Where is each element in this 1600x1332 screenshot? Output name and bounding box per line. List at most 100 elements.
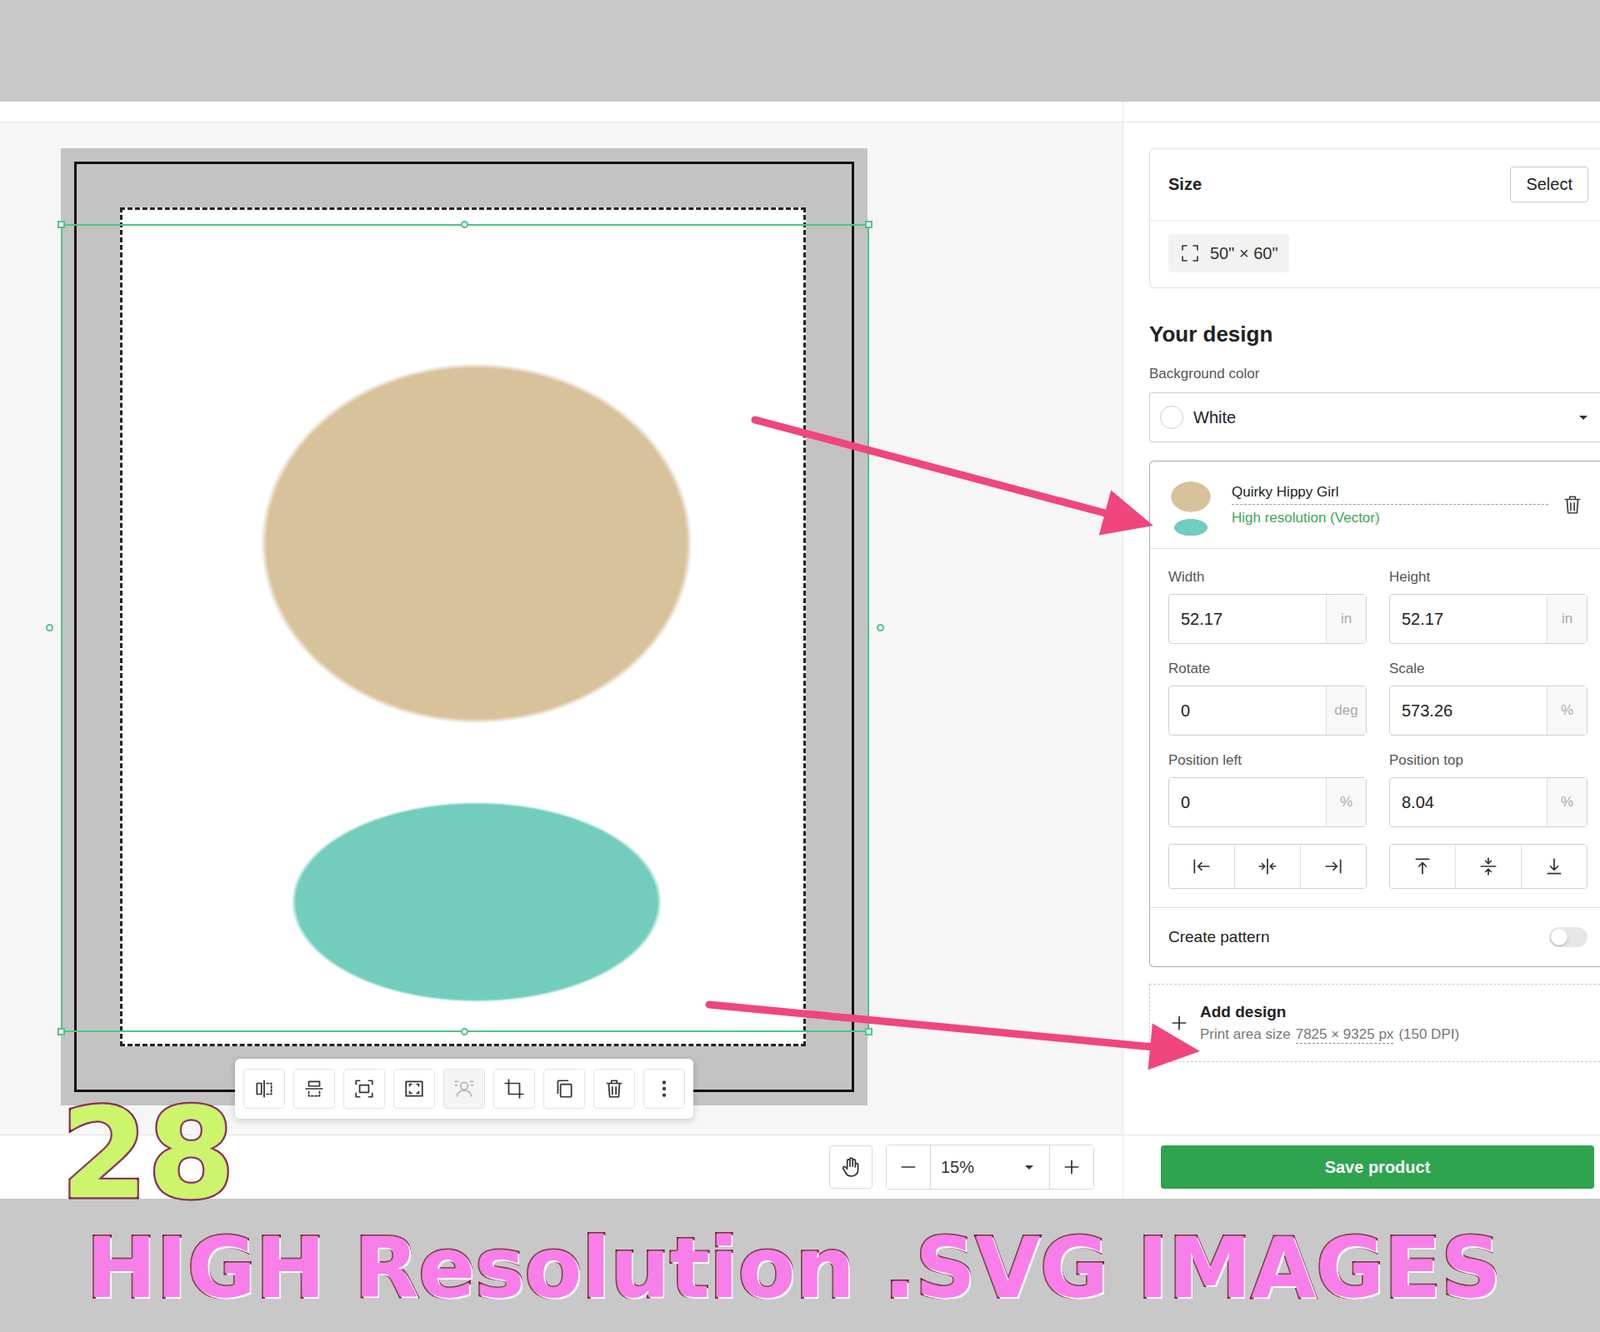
field-input[interactable]: 573.26% — [1389, 685, 1588, 736]
print-area-prefix: Print area size — [1200, 1026, 1291, 1045]
trash-icon — [603, 1078, 625, 1100]
toolbar-button[interactable] — [343, 1069, 385, 1110]
crop-icon — [503, 1078, 525, 1100]
align-center-icon — [1256, 855, 1279, 878]
field: Position top 8.04% — [1389, 752, 1588, 828]
add-design[interactable]: Add designPrint area size7825 × 9325 px(… — [1149, 984, 1600, 1063]
resize-handle[interactable] — [45, 624, 54, 632]
image-count: 28 — [60, 1091, 235, 1217]
header-strip — [0, 101, 1123, 123]
layer-card: Quirky Hippy GirlHigh resolution (Vector… — [1149, 460, 1600, 968]
field: Width52.17in — [1168, 569, 1367, 645]
field-unit: in — [1546, 595, 1587, 644]
align-left-icon — [1190, 855, 1213, 878]
toolbar-button[interactable] — [393, 1069, 435, 1110]
field-value: 573.26 — [1390, 686, 1547, 735]
resize-handle[interactable] — [460, 1028, 469, 1036]
canvas-stage — [0, 122, 1123, 1135]
background-value: White — [1193, 408, 1564, 428]
align-right-icon — [1322, 855, 1345, 878]
field-input[interactable]: 0deg — [1168, 685, 1367, 736]
selection-box[interactable] — [60, 224, 870, 1033]
field-input[interactable]: 8.04% — [1389, 777, 1588, 828]
settings-panel: SizeSelect50" × 60"Your designBackground… — [1122, 101, 1600, 1200]
resize-handle[interactable] — [460, 220, 469, 229]
layer-name: Quirky Hippy Girl — [1231, 484, 1549, 505]
layer-thumbnail — [1160, 471, 1222, 539]
flip-horizontal-icon — [253, 1078, 275, 1100]
plus-icon — [1060, 1156, 1083, 1179]
align-button[interactable] — [1520, 845, 1587, 889]
field-input[interactable]: 52.17in — [1389, 594, 1588, 645]
field-label: Position left — [1168, 752, 1367, 770]
pattern-row: Create pattern — [1150, 907, 1600, 967]
layer-header[interactable]: Quirky Hippy GirlHigh resolution (Vector… — [1150, 461, 1600, 550]
size-label: Size — [1168, 175, 1202, 195]
field: Rotate0deg — [1168, 660, 1367, 736]
field-input[interactable]: 0% — [1168, 777, 1367, 828]
toolbar-button[interactable] — [243, 1069, 285, 1110]
zoom-out-button[interactable] — [886, 1145, 930, 1190]
toolbar-button[interactable] — [293, 1069, 335, 1110]
more-icon — [653, 1078, 675, 1100]
panel-body: SizeSelect50" × 60"Your designBackground… — [1123, 122, 1600, 1135]
field-input[interactable]: 52.17in — [1168, 594, 1367, 645]
align-button[interactable] — [1300, 845, 1366, 889]
print-area — [120, 207, 806, 1047]
align-button[interactable] — [1169, 845, 1235, 889]
field-label: Position top — [1389, 752, 1588, 770]
design-heading: Your design — [1149, 321, 1600, 348]
bleed-border — [74, 161, 855, 1093]
save-product-button[interactable]: Save product — [1160, 1145, 1595, 1190]
resize-handle[interactable] — [876, 624, 885, 632]
zoom-select[interactable]: 15% — [930, 1145, 1050, 1190]
pan-button[interactable] — [829, 1145, 873, 1190]
size-chip: 50" × 60" — [1168, 234, 1290, 273]
size-body: 50" × 60" — [1150, 220, 1600, 288]
toolbar-button[interactable] — [443, 1069, 485, 1110]
dimensions-icon — [1180, 243, 1200, 264]
editor: 15%SizeSelect50" × 60"Your designBackgro… — [0, 101, 1600, 1200]
delete-layer-button[interactable] — [1558, 490, 1587, 520]
product-frame — [60, 148, 868, 1106]
print-area-dpi: (150 DPI) — [1398, 1026, 1460, 1045]
field-value: 52.17 — [1169, 595, 1326, 644]
artwork-image[interactable] — [122, 210, 804, 1045]
add-design-info: Add designPrint area size7825 × 9325 px(… — [1200, 1003, 1460, 1045]
align-button[interactable] — [1234, 845, 1300, 889]
fit-icon — [353, 1078, 375, 1100]
size-header: Size Select — [1150, 149, 1600, 221]
pattern-toggle[interactable] — [1549, 927, 1588, 948]
select-button[interactable]: Select — [1510, 166, 1589, 203]
align-button[interactable] — [1390, 845, 1455, 889]
zoom-value: 15% — [940, 1158, 975, 1178]
toolbar-button[interactable] — [543, 1069, 585, 1110]
resize-handle[interactable] — [865, 1028, 873, 1036]
background-dropdown[interactable]: White — [1149, 392, 1600, 443]
field-unit: in — [1325, 595, 1366, 644]
add-design-label: Add design — [1200, 1003, 1460, 1022]
toolbar-button[interactable] — [593, 1069, 635, 1110]
transform-fields: Width52.17inHeight52.17inRotate0degScale… — [1150, 549, 1600, 890]
toggle-knob — [1550, 929, 1568, 946]
annotation-arrows — [0, 0, 1600, 1332]
field-unit: % — [1325, 778, 1366, 827]
toolbar-button[interactable] — [493, 1069, 535, 1110]
field-label: Scale — [1389, 660, 1588, 678]
zoom-in-button[interactable] — [1050, 1145, 1094, 1190]
layer-info: Quirky Hippy GirlHigh resolution (Vector… — [1231, 484, 1549, 527]
minus-icon — [897, 1156, 920, 1179]
align-bottom-icon — [1543, 855, 1565, 878]
pattern-label: Create pattern — [1168, 928, 1270, 947]
resize-handle[interactable] — [865, 220, 873, 229]
field-value: 52.17 — [1390, 595, 1547, 644]
arrow-icon — [755, 420, 1154, 536]
canvas-column: 15% — [0, 101, 1123, 1200]
align-middle-icon — [1477, 855, 1500, 878]
resize-handle[interactable] — [57, 1028, 65, 1036]
toolbar-button[interactable] — [643, 1069, 685, 1110]
align-button[interactable] — [1455, 845, 1521, 889]
resize-handle[interactable] — [57, 220, 65, 229]
fill-icon — [403, 1078, 425, 1100]
field: Position left 0% — [1168, 752, 1367, 828]
